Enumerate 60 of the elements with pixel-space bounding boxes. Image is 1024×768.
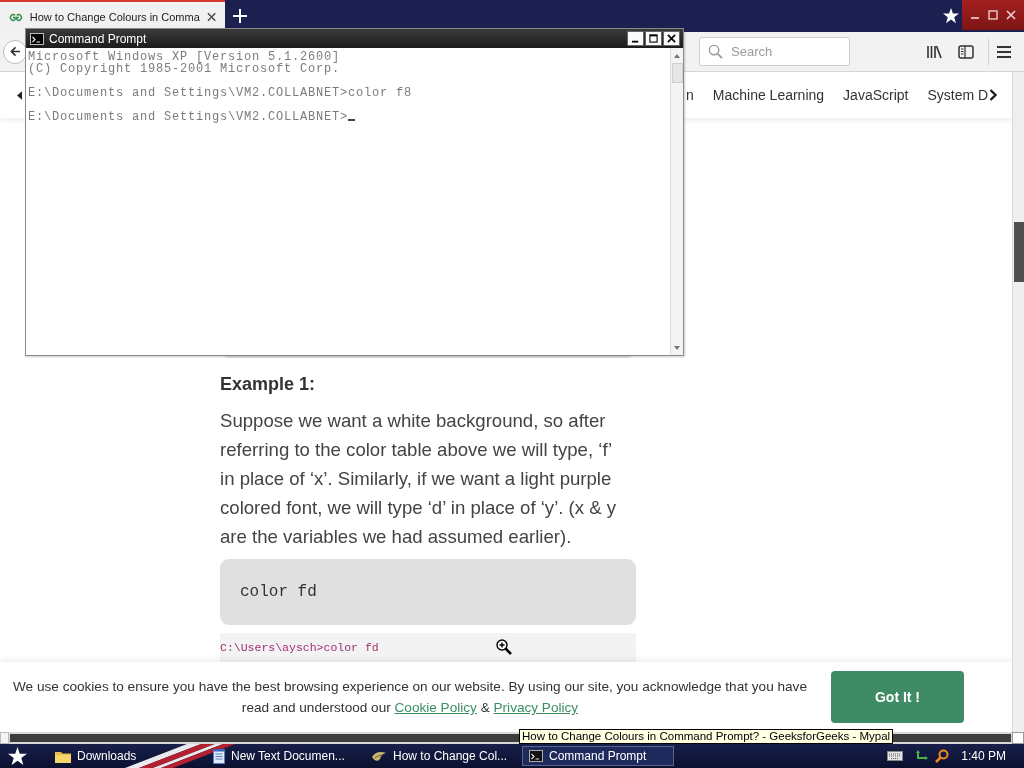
search-field[interactable]: Search	[699, 37, 850, 66]
feather-icon	[371, 749, 387, 763]
tooltip: How to Change Colours in Command Prompt? - GeeksforGeeks - Mypal	[519, 729, 894, 744]
gg-logo-icon	[9, 12, 23, 22]
nav-link[interactable]: n	[686, 87, 694, 103]
notepad-icon	[213, 748, 225, 764]
policy-link[interactable]: Privacy Policy	[493, 700, 579, 715]
start-star-icon[interactable]	[8, 746, 27, 766]
close-button[interactable]	[663, 31, 680, 46]
vertical-scrollbar[interactable]	[1012, 72, 1024, 732]
plus-icon[interactable]	[233, 9, 247, 23]
folder-icon	[55, 749, 71, 763]
caret-up-icon[interactable]	[674, 54, 680, 58]
console-line: E:\Documents and Settings\VM2.COLLABNET>color f8	[28, 87, 413, 99]
sidebar-icon[interactable]	[958, 43, 974, 60]
console-line: Microsoft Windows XP [Version 5.1.2600]	[28, 51, 341, 63]
caret-left-icon[interactable]	[17, 90, 22, 100]
maximize-icon[interactable]	[988, 10, 998, 20]
menu-icon[interactable]	[997, 44, 1011, 59]
clock[interactable]: 1:40 PM	[961, 749, 1006, 763]
keyboard-icon[interactable]	[887, 751, 904, 761]
close-icon	[667, 34, 676, 43]
console-line: E:\Documents and Settings\VM2.COLLABNET>	[28, 111, 349, 123]
cookie-notice: We use cookies to ensure you have the best browsing experience on our website. By using our site, you acknowledge that you have read and understood our Cookie Policy & Privacy Policy	[12, 678, 808, 717]
sync-arrows-icon[interactable]	[915, 749, 930, 763]
taskbar-button[interactable]: How to Change Col...	[364, 746, 516, 766]
taskbar-button[interactable]: Downloads	[48, 746, 200, 766]
chevron-right-icon[interactable]	[989, 89, 998, 101]
output-text: C:\Users\aysch>color fd	[220, 641, 379, 654]
caret-down-icon[interactable]	[674, 346, 680, 350]
console-scrollbar[interactable]	[670, 48, 683, 355]
back-button[interactable]	[3, 39, 27, 64]
maximize-button[interactable]	[645, 31, 662, 46]
code-text: color fd	[240, 583, 317, 601]
nav-link[interactable]: System D	[927, 87, 989, 103]
scrollbar-thumb[interactable]	[671, 63, 683, 83]
taskbar-button[interactable]: New Text Documen...	[206, 746, 358, 766]
library-icon[interactable]	[926, 43, 942, 60]
text-cursor	[348, 119, 356, 121]
back-arrow-icon	[9, 46, 21, 57]
article-paragraph: Suppose we want a white background, so after referring to the color table above we will type, ‘f’ in place of ‘x’. Similarly, if we want a light purple colored font, we will type ‘d’ in place of ‘y’. (x & y are the variables we had assumed earlier).	[220, 409, 618, 549]
star-icon	[943, 7, 959, 25]
close-icon[interactable]	[206, 12, 216, 22]
console-icon	[30, 32, 44, 45]
scrollbar-thumb[interactable]	[1014, 222, 1024, 282]
magnifier-icon[interactable]	[935, 749, 950, 763]
accept-button[interactable]: Got It !	[831, 671, 964, 723]
maximize-icon	[649, 34, 658, 43]
scrollbar-corner	[1012, 732, 1024, 744]
minimize-button[interactable]	[627, 31, 644, 46]
example-heading: Example 1:	[220, 373, 317, 396]
nav-link[interactable]: Machine Learning	[712, 87, 825, 103]
console-icon	[529, 750, 543, 762]
policy-link[interactable]: Cookie Policy	[394, 700, 477, 715]
zoom-in-cursor-icon	[496, 639, 512, 655]
window-title: Command Prompt	[49, 31, 147, 46]
search-icon	[708, 44, 723, 59]
taskbar-button[interactable]: Command Prompt	[522, 746, 674, 766]
nav-link[interactable]: JavaScript	[843, 87, 909, 103]
console-line: (C) Copyright 1985-2001 Microsoft Corp.	[28, 63, 341, 75]
